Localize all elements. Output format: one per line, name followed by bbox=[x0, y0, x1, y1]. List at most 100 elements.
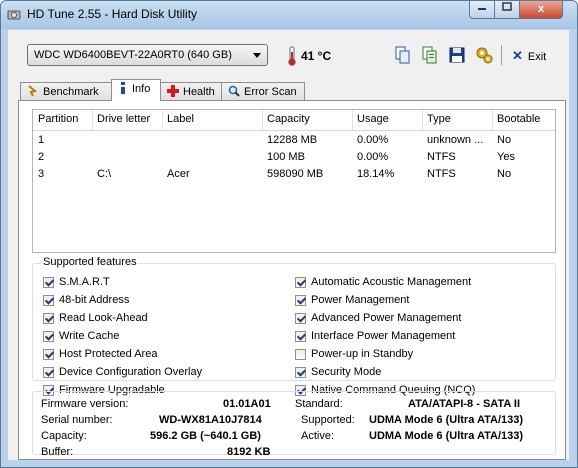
cell-capacity: 100 MB bbox=[267, 151, 305, 163]
tab-info[interactable]: Info bbox=[111, 79, 161, 101]
capacity-label: Capacity: bbox=[41, 430, 87, 442]
toolbar-separator bbox=[501, 45, 502, 65]
buffer-label: Buffer: bbox=[41, 446, 74, 458]
app-icon bbox=[7, 10, 21, 20]
checkbox-checked-icon[interactable] bbox=[43, 277, 54, 288]
checkbox-checked-icon[interactable] bbox=[43, 349, 54, 360]
tab-label: Benchmark bbox=[43, 86, 99, 98]
column-divider[interactable] bbox=[352, 110, 353, 130]
standard-value: ATA/ATAPI-8 - SATA II bbox=[408, 398, 521, 410]
feature-label: Power Management bbox=[311, 294, 410, 306]
firmware-value: 01.01A01 bbox=[223, 398, 271, 410]
column-header-usage[interactable]: Usage bbox=[357, 113, 389, 125]
cell-partition: 3 bbox=[38, 168, 45, 180]
cell-usage: 0.00% bbox=[357, 134, 389, 146]
window-title: HD Tune 2.55 - Hard Disk Utility bbox=[27, 7, 198, 21]
column-header-partition[interactable]: Partition bbox=[38, 113, 78, 125]
magnifier-icon bbox=[228, 85, 240, 97]
cell-bootable: Yes bbox=[497, 151, 515, 163]
cell-label: Acer bbox=[167, 168, 190, 180]
column-header-type[interactable]: Type bbox=[427, 113, 451, 125]
checkbox-checked-icon[interactable] bbox=[295, 313, 306, 324]
tab-error-scan[interactable]: Error Scan bbox=[221, 82, 305, 100]
supported-value: UDMA Mode 6 (Ultra ATA/133) bbox=[369, 414, 524, 426]
copy-icon[interactable] bbox=[393, 44, 413, 66]
feature-label: Security Mode bbox=[311, 366, 382, 378]
column-header-drive-letter[interactable]: Drive letter bbox=[97, 113, 150, 125]
partition-list[interactable]: Partition Drive letter Label Capacity Us… bbox=[32, 109, 556, 253]
serial-label: Serial number: bbox=[41, 414, 113, 426]
tab-health[interactable]: Health bbox=[160, 82, 222, 100]
checkbox-checked-icon[interactable] bbox=[295, 331, 306, 342]
cell-usage: 0.00% bbox=[357, 151, 389, 163]
column-header-bootable[interactable]: Bootable bbox=[497, 113, 540, 125]
checkbox-checked-icon[interactable] bbox=[295, 367, 306, 378]
cell-drive-letter: C:\ bbox=[97, 168, 112, 180]
supported-label: Supported: bbox=[301, 414, 355, 426]
checkbox-checked-icon[interactable] bbox=[43, 331, 54, 342]
benchmark-icon bbox=[28, 85, 38, 97]
info-panel: Partition Drive letter Label Capacity Us… bbox=[18, 100, 566, 460]
table-row[interactable]: 2 100 MB 0.00% NTFS Yes bbox=[33, 150, 555, 167]
drive-select[interactable]: WDC WD6400BEVT-22A0RT0 (640 GB) bbox=[27, 44, 268, 66]
cell-capacity: 598090 MB bbox=[267, 168, 324, 180]
exit-label: Exit bbox=[527, 51, 547, 63]
feature-label: S.M.A.R.T bbox=[59, 276, 110, 288]
maximize-icon bbox=[502, 2, 512, 11]
column-header-label[interactable]: Label bbox=[167, 113, 194, 125]
checkbox-checked-icon[interactable] bbox=[43, 367, 54, 378]
x-icon: ✕ bbox=[512, 48, 523, 63]
buffer-value: 8192 KB bbox=[227, 446, 271, 458]
tab-benchmark[interactable]: Benchmark bbox=[20, 82, 112, 100]
cell-type: unknown ... bbox=[427, 134, 484, 146]
feature-label: Power-up in Standby bbox=[311, 348, 414, 360]
title-bar[interactable]: HD Tune 2.55 - Hard Disk Utility x bbox=[1, 1, 577, 29]
cell-usage: 18.14% bbox=[357, 168, 395, 180]
column-divider[interactable] bbox=[492, 110, 493, 130]
exit-button[interactable]: x-icon ✕Exit bbox=[512, 48, 546, 64]
active-value: UDMA Mode 6 (Ultra ATA/133) bbox=[369, 430, 524, 442]
checkbox-checked-icon[interactable] bbox=[43, 313, 54, 324]
checkbox-checked-icon[interactable] bbox=[295, 295, 306, 306]
column-divider[interactable] bbox=[162, 110, 163, 130]
column-divider[interactable] bbox=[422, 110, 423, 130]
options-gears-icon[interactable] bbox=[474, 44, 494, 66]
chevron-down-icon bbox=[253, 53, 261, 58]
checkbox-unchecked-icon[interactable] bbox=[295, 349, 306, 360]
feature-label: 48-bit Address bbox=[59, 294, 130, 306]
feature-label: Read Look-Ahead bbox=[59, 312, 148, 324]
tab-label: Health bbox=[183, 86, 215, 98]
feature-label: Device Configuration Overlay bbox=[59, 366, 203, 378]
supported-features-group: Supported features S.M.A.R.T 48-bit Addr… bbox=[32, 256, 556, 396]
table-row[interactable]: 1 12288 MB 0.00% unknown ... No bbox=[33, 133, 555, 150]
checkbox-checked-icon[interactable] bbox=[295, 277, 306, 288]
column-divider[interactable] bbox=[262, 110, 263, 130]
minimize-button[interactable] bbox=[469, 1, 495, 19]
capacity-value: 596.2 GB (~640.1 GB) bbox=[150, 430, 261, 442]
cell-type: NTFS bbox=[427, 168, 456, 180]
save-icon[interactable] bbox=[447, 44, 467, 66]
standard-label: Standard: bbox=[295, 398, 343, 410]
cell-partition: 1 bbox=[38, 134, 45, 146]
cell-partition: 2 bbox=[38, 151, 45, 163]
copy-all-icon[interactable] bbox=[420, 44, 440, 66]
client-area: WDC WD6400BEVT-22A0RT0 (640 GB) 41 °C ✕ … bbox=[8, 30, 569, 460]
table-row[interactable]: 3 C:\ Acer 598090 MB 18.14% NTFS No bbox=[33, 167, 555, 184]
feature-label: Interface Power Management bbox=[311, 330, 456, 342]
close-button[interactable]: x bbox=[519, 1, 563, 19]
column-header-capacity[interactable]: Capacity bbox=[267, 113, 310, 125]
active-label: Active: bbox=[301, 430, 335, 442]
maximize-button[interactable] bbox=[494, 1, 520, 19]
partition-list-header: Partition Drive letter Label Capacity Us… bbox=[33, 110, 555, 131]
feature-label: Automatic Acoustic Management bbox=[311, 276, 472, 288]
health-cross-icon bbox=[167, 85, 179, 97]
drive-info-group: Firmware version: 01.01A01 Serial number… bbox=[32, 391, 556, 458]
temperature-readout: 41 °C bbox=[301, 49, 332, 63]
column-divider[interactable] bbox=[92, 110, 93, 130]
checkbox-checked-icon[interactable] bbox=[43, 295, 54, 306]
app-window: HD Tune 2.55 - Hard Disk Utility x WDC W… bbox=[0, 0, 578, 468]
info-icon bbox=[121, 82, 125, 94]
cell-capacity: 12288 MB bbox=[267, 134, 318, 146]
drive-select-value: WDC WD6400BEVT-22A0RT0 (640 GB) bbox=[34, 49, 232, 61]
group-title: Supported features bbox=[41, 256, 139, 268]
